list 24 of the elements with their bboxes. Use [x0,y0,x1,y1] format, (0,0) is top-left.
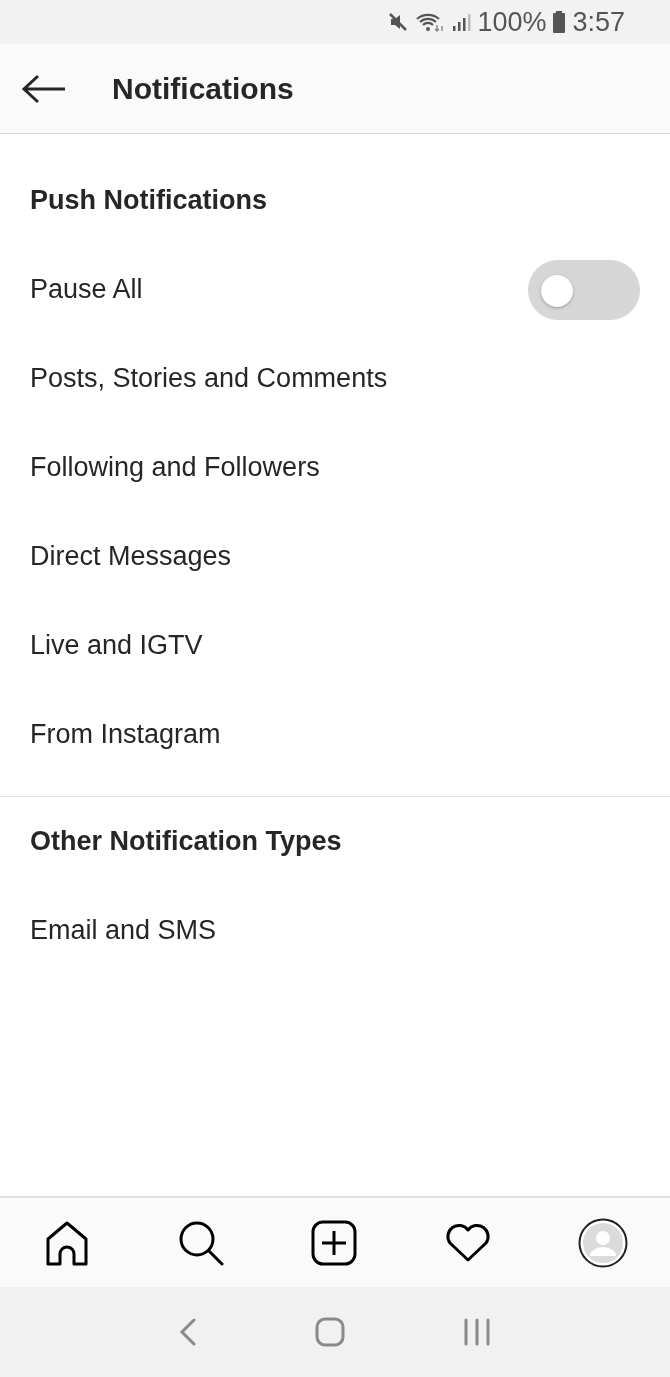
battery-percent: 100% [477,6,547,38]
home-icon[interactable] [44,1219,90,1266]
settings-link[interactable]: Email and SMS [30,915,217,946]
settings-link[interactable]: From Instagram [30,719,221,750]
section-heading: Push Notifications [30,185,267,216]
search-icon[interactable] [177,1219,224,1266]
profile-avatar-icon[interactable] [578,1217,628,1268]
settings-link[interactable]: Live and IGTV [30,630,203,661]
settings-link[interactable]: Following and Followers [30,452,320,483]
clock-time: 3:57 [572,6,625,38]
battery-icon [552,10,567,34]
page-title: Notifications [112,71,294,106]
plus-square-icon[interactable] [311,1219,357,1266]
wifi-icon [415,11,446,33]
recent-apps-icon[interactable] [462,1317,492,1347]
section-heading: Other Notification Types [30,826,342,857]
back-icon[interactable] [178,1317,198,1347]
heart-icon[interactable] [444,1222,491,1263]
back-button[interactable] [21,73,67,104]
settings-link[interactable]: Direct Messages [30,541,232,572]
setting-label: Pause All [30,274,143,305]
settings-link[interactable]: Posts, Stories and Comments [30,363,388,394]
home-button[interactable] [314,1316,346,1348]
signal-icon [451,11,472,33]
